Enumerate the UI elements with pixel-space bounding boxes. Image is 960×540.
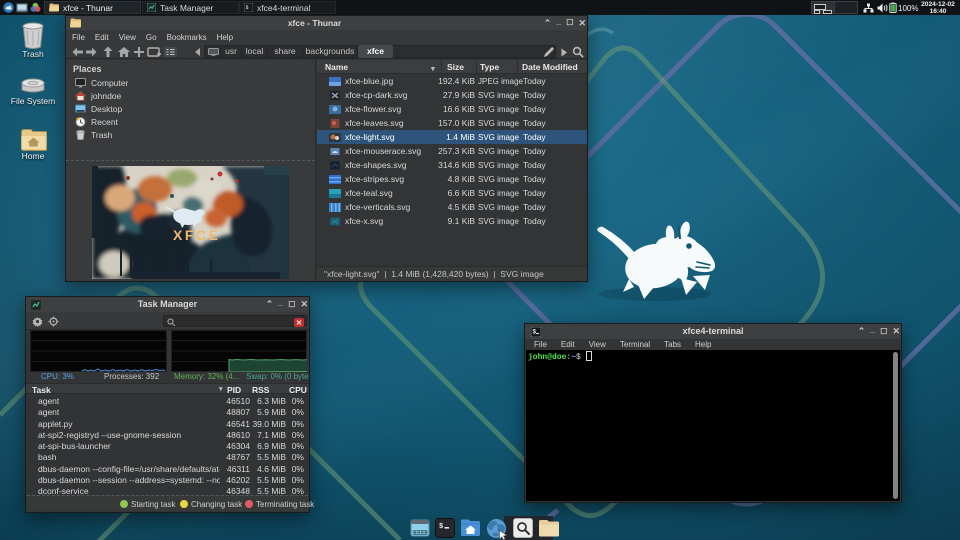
svg-text:$: $: [439, 523, 443, 531]
svg-text:$: $: [533, 328, 537, 335]
svg-text:XFCE: XFCE: [173, 227, 220, 243]
svg-text:$: $: [246, 5, 249, 11]
